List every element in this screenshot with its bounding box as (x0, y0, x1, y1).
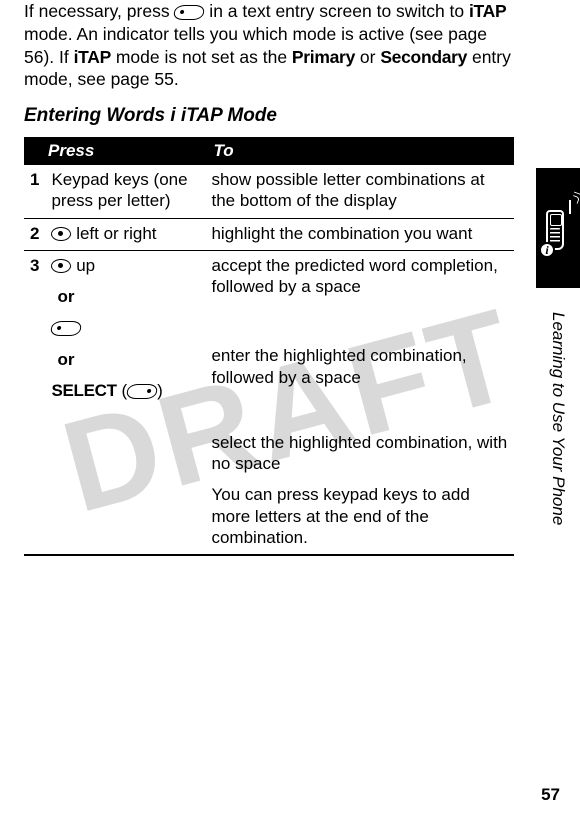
side-rail: i Learning to Use Your Phone (536, 168, 580, 764)
to-text: select the highlighted combination, with… (211, 432, 508, 475)
to-text: You can press keypad keys to add more le… (211, 484, 508, 548)
to-text: accept the predicted word completion, fo… (211, 255, 508, 298)
to-text: enter the highlighted combination, follo… (211, 345, 508, 388)
page-number: 57 (541, 785, 560, 805)
info-badge-icon: i (539, 242, 555, 258)
table-row: 1 Keypad keys (one press per letter) sho… (24, 165, 514, 218)
tab-icon-box: i (536, 168, 580, 288)
press-text: left or right (71, 224, 156, 243)
section-title: Learning to Use Your Phone (536, 312, 568, 592)
press-text: ) (157, 381, 163, 400)
to-cell: show possible letter combinations at the… (205, 165, 514, 218)
right-soft-key-icon (127, 382, 157, 399)
content-column: If necessary, press in a text entry scre… (24, 0, 514, 556)
primary-label: Primary (292, 47, 355, 67)
table-header-row: Press To (24, 137, 514, 165)
section-heading: Entering Words i iTAP Mode (24, 105, 514, 127)
step-number: 1 (24, 165, 45, 218)
intro-paragraph: If necessary, press in a text entry scre… (24, 0, 514, 91)
nav-key-icon (51, 257, 71, 274)
table-row: 2 left or right highlight the combinatio… (24, 218, 514, 250)
nav-key-icon (51, 225, 71, 242)
col-press: Press (24, 137, 205, 165)
mode-label: iTAP (469, 1, 506, 21)
or-label: or (57, 286, 199, 307)
page: DRAFT If necessary, press in a text entr… (0, 0, 580, 819)
intro-text: or (355, 47, 380, 67)
to-cell: accept the predicted word completion, fo… (205, 250, 514, 555)
press-cell: Keypad keys (one press per letter) (45, 165, 205, 218)
intro-text: mode is not set as the (111, 47, 292, 67)
mode-label: iTAP (74, 47, 111, 67)
col-to: To (205, 137, 514, 165)
step-number: 2 (24, 218, 45, 250)
soft-key-icon (51, 319, 81, 336)
select-label: SELECT (51, 381, 116, 400)
antenna-icon (569, 200, 571, 214)
to-cell: highlight the combination you want (205, 218, 514, 250)
intro-text: If necessary, press (24, 1, 174, 21)
table-row: 3 up or or SELECT () (24, 250, 514, 555)
or-label: or (57, 349, 199, 370)
step-number: 3 (24, 250, 45, 555)
secondary-label: Secondary (380, 47, 467, 67)
press-cell: left or right (45, 218, 205, 250)
instructions-table: Press To 1 Keypad keys (one press per le… (24, 137, 514, 556)
menu-key-icon (174, 3, 204, 21)
press-text: ( (117, 381, 127, 400)
intro-text: in a text entry screen to switch to (204, 1, 469, 21)
phone-icon: i (543, 202, 573, 254)
press-cell: up or or SELECT () (45, 250, 205, 555)
press-text: up (71, 256, 95, 275)
